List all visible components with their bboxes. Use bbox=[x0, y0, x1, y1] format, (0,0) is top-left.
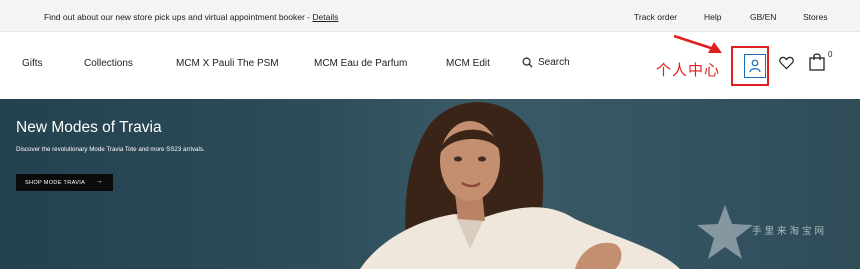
announcement-message: Find out about our new store pick ups an… bbox=[44, 12, 338, 22]
account-button[interactable] bbox=[744, 54, 766, 78]
announcement-bar: Find out about our new store pick ups an… bbox=[0, 0, 860, 32]
shopping-bag-icon[interactable] bbox=[808, 52, 826, 72]
bag-count: 0 bbox=[828, 50, 833, 59]
search-icon bbox=[522, 57, 533, 68]
hero-title: New Modes of Travia bbox=[16, 119, 162, 136]
shop-mode-travia-button[interactable]: SHOP MODE TRAVIA → bbox=[16, 174, 113, 191]
hero-banner: New Modes of Travia Discover the revolut… bbox=[0, 99, 860, 269]
nav-item-mcm-x-pauli[interactable]: MCM X Pauli The PSM bbox=[176, 58, 279, 69]
locale-link[interactable]: GB/EN bbox=[750, 12, 776, 22]
annotation-label: 个人中心 bbox=[656, 61, 721, 79]
search-button[interactable]: Search bbox=[522, 57, 570, 68]
user-icon bbox=[749, 59, 761, 73]
heart-icon[interactable] bbox=[779, 56, 794, 70]
nav-item-gifts[interactable]: Gifts bbox=[22, 58, 43, 69]
announcement-text: Find out about our new store pick ups an… bbox=[44, 12, 313, 22]
annotation-arrow-icon bbox=[673, 34, 722, 53]
watermark-star-icon bbox=[697, 205, 753, 259]
announcement-details-link[interactable]: Details bbox=[312, 12, 338, 22]
nav-item-eau-de-parfum[interactable]: MCM Eau de Parfum bbox=[314, 58, 407, 69]
nav-item-mcm-edit[interactable]: MCM Edit bbox=[446, 58, 490, 69]
stores-link[interactable]: Stores bbox=[803, 12, 828, 22]
nav-item-collections[interactable]: Collections bbox=[84, 58, 133, 69]
cta-label: SHOP MODE TRAVIA bbox=[25, 179, 86, 186]
help-link[interactable]: Help bbox=[704, 12, 721, 22]
hero-subtitle: Discover the revolutionary Mode Travia T… bbox=[16, 146, 205, 153]
arrow-right-icon: → bbox=[95, 178, 103, 185]
track-order-link[interactable]: Track order bbox=[634, 12, 677, 22]
watermark-text: 手里来淘宝网 bbox=[752, 226, 828, 237]
model-photo bbox=[360, 102, 680, 269]
search-label: Search bbox=[538, 57, 570, 68]
